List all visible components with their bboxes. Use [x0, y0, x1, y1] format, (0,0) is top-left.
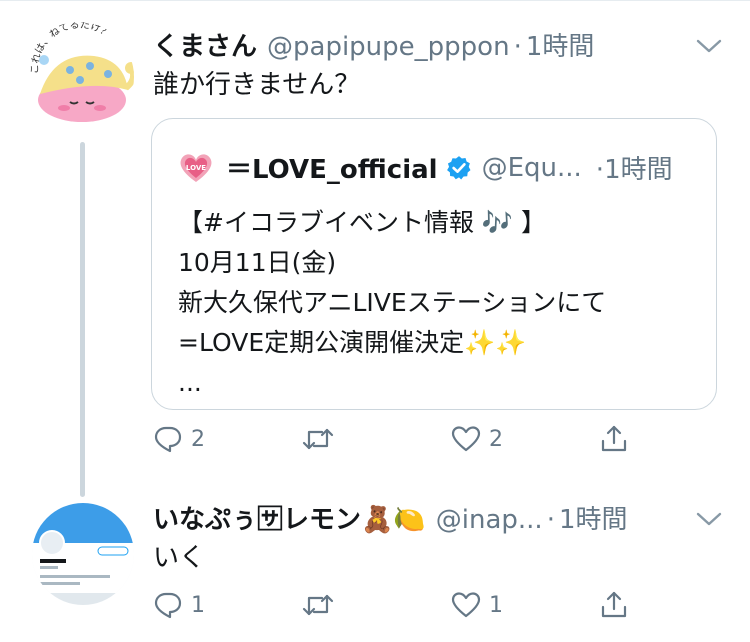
quoted-timestamp: ·1時間	[596, 149, 673, 186]
chevron-down-icon[interactable]	[696, 38, 722, 54]
reply-button[interactable]: 2	[153, 424, 205, 454]
quoted-tweet-header: LOVE ＝LOVE_official @Equ... ·1時間	[178, 149, 673, 186]
tweet-header: くまさん @papipupe_pppon · 1時間	[153, 30, 594, 64]
top-divider	[0, 0, 750, 1]
share-button[interactable]	[599, 424, 637, 454]
separator-dot: ·	[546, 505, 555, 535]
retweet-icon	[302, 594, 334, 616]
reply-count: 1	[191, 592, 205, 618]
quoted-display-name: ＝LOVE_official	[226, 155, 438, 185]
sleeping-kirby-avatar-image: これは、ねてるだけ？	[24, 22, 134, 132]
like-count: 2	[489, 426, 503, 452]
share-icon	[601, 591, 627, 618]
tweet-text: 誰か行きません？	[153, 70, 361, 100]
quoted-tweet-text: 【#イコラブイベント情報 🎶 】 10月11日(金) 新大久保代アニLIVEステ…	[178, 203, 606, 403]
retweet-icon	[302, 428, 334, 450]
quoted-text-line: 10月11日(金)	[178, 248, 337, 277]
like-icon	[451, 592, 481, 618]
separator-dot: ·	[513, 32, 522, 62]
quoted-user-handle: @Equ...	[481, 152, 582, 183]
quoted-time-value: 1時間	[604, 155, 673, 185]
user-handle[interactable]: @papipupe_pppon	[267, 30, 510, 64]
heart-logo-avatar: LOVE	[180, 153, 212, 182]
verified-icon	[446, 155, 471, 179]
retweet-button[interactable]	[301, 424, 343, 454]
reply-count: 2	[191, 426, 205, 452]
like-button[interactable]: 2	[451, 424, 503, 454]
quoted-text-line: ...	[178, 368, 202, 397]
user-handle[interactable]: @inap...	[436, 503, 543, 537]
retweet-button[interactable]	[301, 590, 343, 620]
like-count: 1	[489, 592, 503, 618]
tweet-actions: 1 1	[153, 590, 633, 630]
quoted-text-line: 新大久保代アニLIVEステーションにて	[178, 288, 607, 317]
reply-button[interactable]: 1	[153, 590, 205, 620]
share-button[interactable]	[599, 590, 637, 620]
tweet-actions: 2 2	[153, 424, 633, 464]
timestamp[interactable]: 1時間	[559, 503, 628, 537]
tweet-text: いく	[153, 543, 206, 573]
thread-connector-line	[80, 142, 85, 497]
profile-screenshot-avatar-image	[32, 503, 134, 605]
avatar[interactable]: これは、ねてるだけ？	[24, 22, 134, 132]
quoted-tweet-card[interactable]: LOVE ＝LOVE_official @Equ... ·1時間 【#イコラブイ…	[151, 118, 717, 410]
like-button[interactable]: 1	[451, 590, 503, 620]
chevron-down-icon[interactable]	[696, 511, 722, 527]
like-icon	[451, 426, 481, 452]
share-icon	[601, 425, 627, 452]
tweet-header: いなぷぅ🈂レモン🧸🍋 @inap... · 1時間	[153, 503, 628, 537]
separator-dot: ·	[595, 155, 605, 185]
display-name[interactable]: いなぷぅ🈂レモン🧸🍋	[153, 503, 426, 537]
quoted-text-line: 【#イコラブイベント情報 🎶 】	[178, 208, 546, 237]
quoted-text-line: =LOVE定期公演開催決定✨✨	[178, 328, 527, 357]
display-name[interactable]: くまさん	[153, 30, 257, 64]
reply-icon	[154, 426, 182, 453]
svg-text:LOVE: LOVE	[186, 164, 206, 172]
reply-icon	[154, 592, 182, 619]
timestamp[interactable]: 1時間	[526, 30, 595, 64]
avatar[interactable]	[32, 503, 134, 605]
